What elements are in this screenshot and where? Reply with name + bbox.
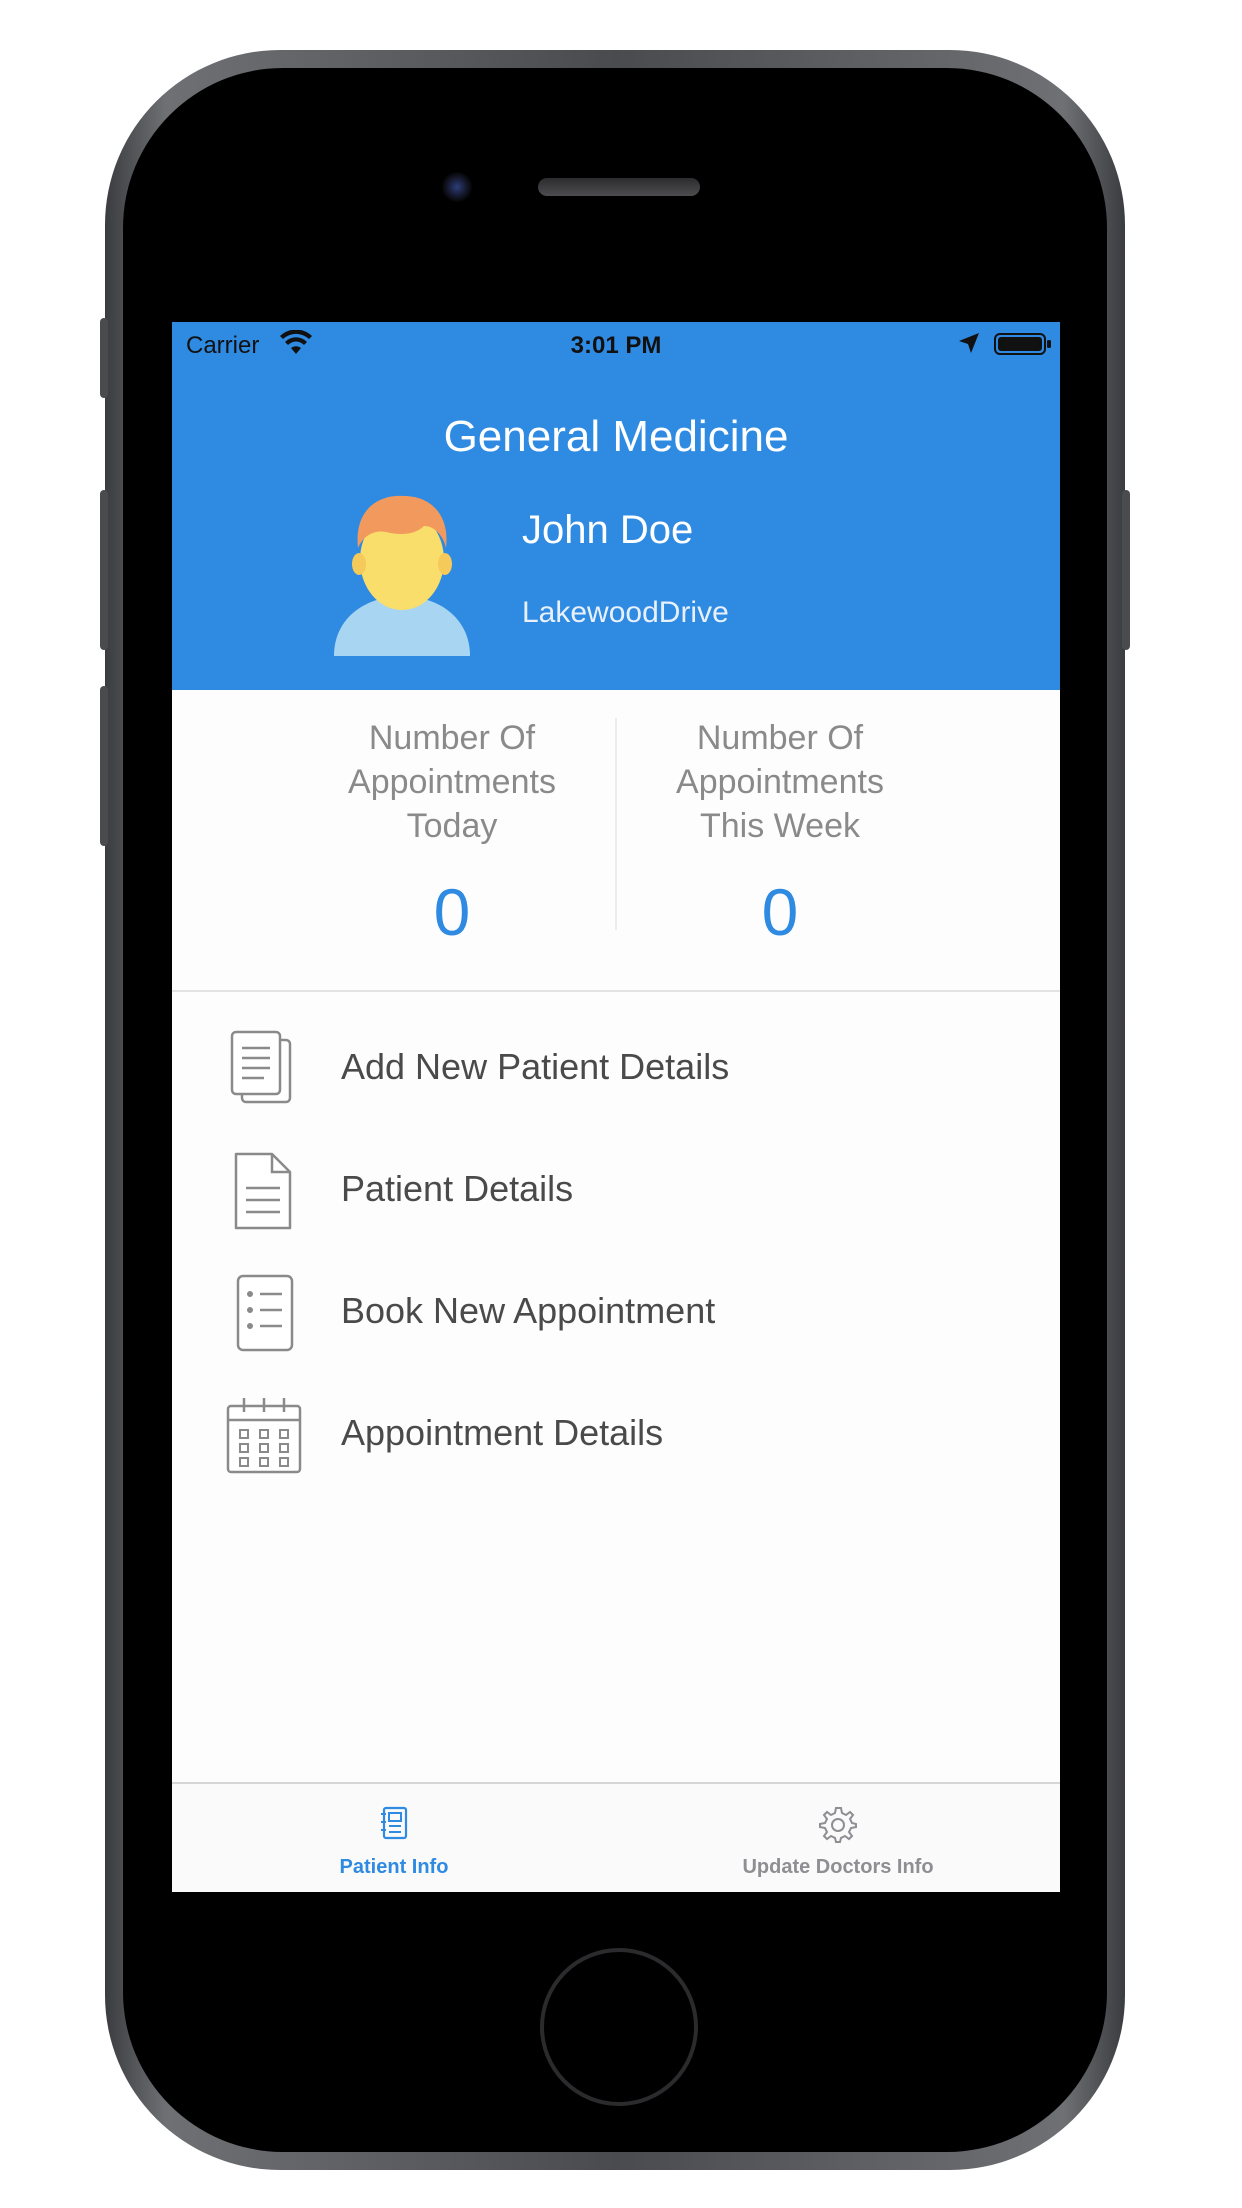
power-button (1122, 490, 1130, 650)
stat-value: 0 (761, 875, 799, 949)
tab-bar: Patient Info Update Doctors Info (172, 1782, 1060, 1892)
stat-value: 0 (433, 875, 471, 949)
volume-up-button (100, 490, 108, 650)
menu-item-add-new-patient-details[interactable]: Add New Patient Details (172, 1012, 1060, 1122)
checklist-icon (236, 1274, 294, 1352)
stat-label: Number Of Appointments This Week (676, 719, 884, 845)
menu-item-patient-details[interactable]: Patient Details (172, 1134, 1060, 1244)
department-title: General Medicine (443, 412, 789, 461)
location-arrow-icon (959, 333, 979, 353)
menu-item-appointment-details[interactable]: Appointment Details (172, 1378, 1060, 1488)
notebook-icon (381, 1806, 408, 1840)
earpiece-speaker (538, 178, 700, 196)
menu-item-label: Appointment Details (341, 1412, 664, 1453)
stat-appointments-week: Number Of Appointments This Week 0 (615, 716, 945, 950)
calendar-icon (226, 1398, 302, 1474)
tab-update-doctors-info[interactable]: Update Doctors Info (616, 1784, 1060, 1892)
doctor-name: John Doe (522, 508, 694, 552)
tab-label: Update Doctors Info (742, 1856, 934, 1878)
tab-label: Patient Info (339, 1856, 449, 1878)
status-bar: Carrier 3:01 PM (172, 322, 1060, 366)
gear-icon (819, 1807, 857, 1843)
front-camera (442, 172, 472, 202)
doctor-address: LakewoodDrive (522, 596, 729, 629)
profile-header: Carrier 3:01 PM General Medicine John Do… (172, 322, 1060, 690)
doctor-avatar-icon (334, 495, 470, 656)
stat-label: Number Of Appointments Today (348, 719, 556, 845)
home-button[interactable] (540, 1948, 698, 2106)
status-time: 3:01 PM (570, 332, 662, 359)
volume-down-button (100, 686, 108, 846)
mute-switch (100, 318, 108, 398)
menu-item-book-new-appointment[interactable]: Book New Appointment (172, 1256, 1060, 1366)
battery-icon (994, 333, 1051, 355)
device-frame-page: Carrier 3:01 PM General Medicine John Do… (0, 0, 1242, 2208)
menu-item-label: Add New Patient Details (341, 1046, 730, 1087)
documents-icon (230, 1030, 292, 1104)
appointment-stats: Number Of Appointments Today 0 Number Of… (172, 690, 1060, 992)
stat-appointments-today: Number Of Appointments Today 0 (287, 716, 617, 950)
menu-item-label: Patient Details (341, 1168, 574, 1209)
document-icon (234, 1152, 292, 1230)
app-screen: Carrier 3:01 PM General Medicine John Do… (172, 322, 1060, 1892)
tab-patient-info[interactable]: Patient Info (172, 1784, 616, 1892)
menu-item-label: Book New Appointment (341, 1290, 716, 1331)
